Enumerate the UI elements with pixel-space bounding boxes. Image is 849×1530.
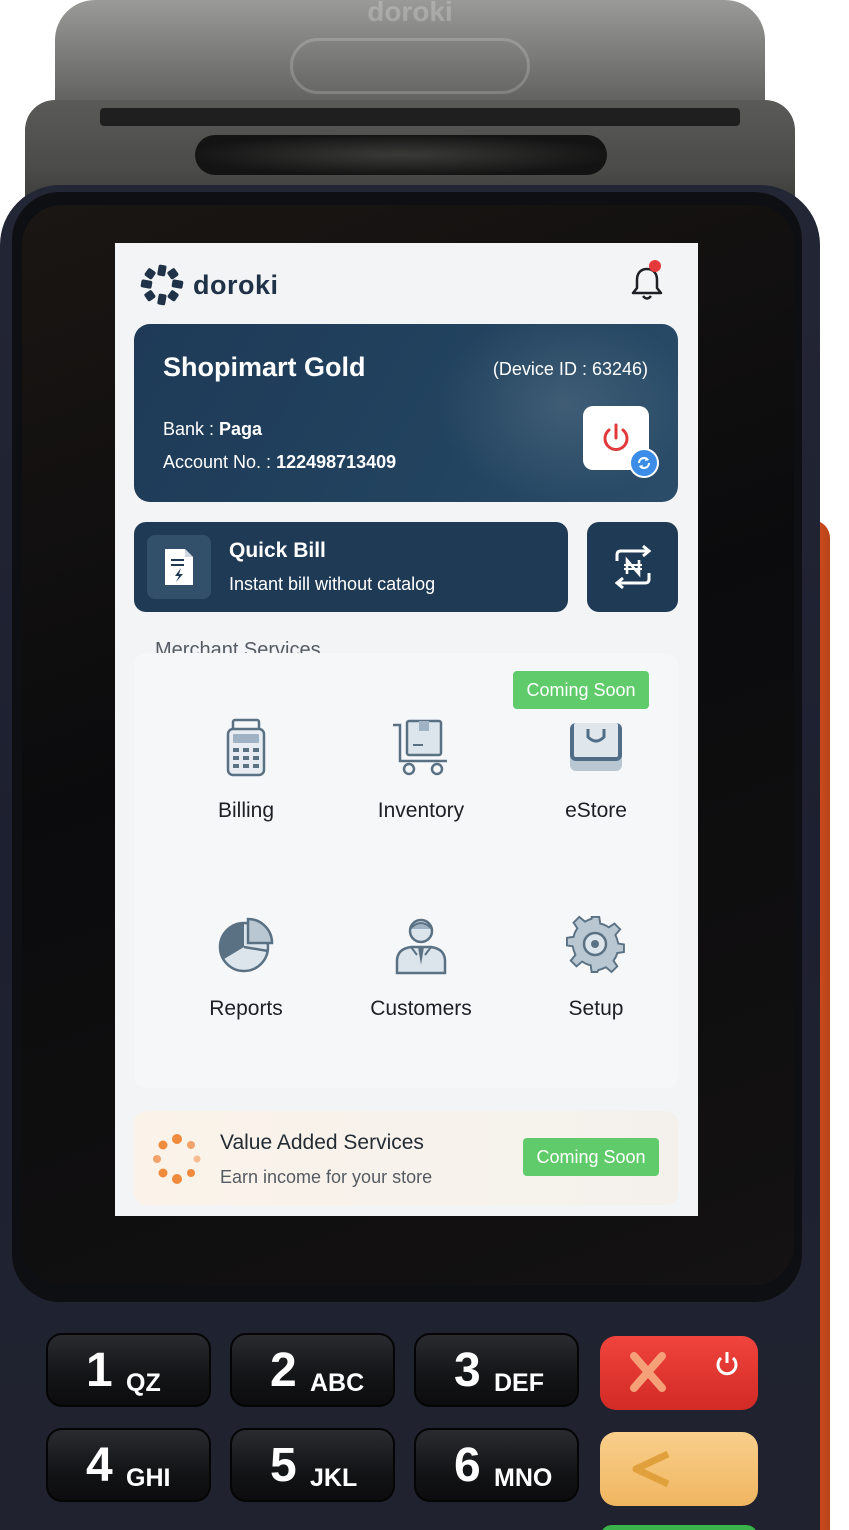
key-letters: ABC xyxy=(310,1369,365,1397)
naira-exchange-icon xyxy=(614,544,651,590)
account-value: 122498713409 xyxy=(276,452,397,472)
account-card: Shopimart Gold (Device ID : 63246) Bank … xyxy=(134,324,678,502)
sync-icon xyxy=(638,457,650,469)
quick-bill-icon-box xyxy=(147,535,211,599)
value-added-services-banner[interactable]: Value Added Services Earn income for you… xyxy=(134,1111,678,1205)
key-5[interactable]: 5 JKL xyxy=(230,1428,395,1502)
key-number: 1 xyxy=(86,1344,113,1397)
backspace-key[interactable] xyxy=(600,1432,758,1506)
key-letters: QZ xyxy=(126,1369,161,1397)
top-bar: doroki xyxy=(115,243,698,323)
gear-icon xyxy=(566,915,625,974)
enter-key[interactable] xyxy=(600,1525,758,1530)
service-label: Setup xyxy=(568,997,624,1020)
app-screen: doroki Shopimart Gold (Device ID : 63246… xyxy=(115,243,698,1216)
sync-badge[interactable] xyxy=(629,448,659,478)
estore-coming-soon-badge: Coming Soon xyxy=(513,671,649,709)
notification-dot xyxy=(649,260,661,272)
key-number: 6 xyxy=(454,1439,481,1492)
service-label: Billing xyxy=(217,799,275,822)
service-tile-setup[interactable]: Setup xyxy=(511,881,681,1059)
service-tile-billing[interactable]: Billing xyxy=(161,683,331,861)
merchant-services-panel: Billing Inventory eStore Coming Soon Rep… xyxy=(134,653,678,1088)
service-tile-inventory[interactable]: Inventory xyxy=(336,683,506,861)
app-logo: doroki xyxy=(139,263,279,307)
key-number: 4 xyxy=(86,1439,113,1492)
device-id: (Device ID : 63246) xyxy=(492,359,648,379)
contactless-icon xyxy=(290,38,530,94)
service-tile-customers[interactable]: Customers xyxy=(336,881,506,1059)
quick-bill-button[interactable]: Quick Bill Instant bill without catalog xyxy=(134,522,568,612)
vas-subtitle: Earn income for your store xyxy=(220,1167,433,1187)
service-label: Customers xyxy=(370,997,472,1020)
bank-line: Bank : Paga xyxy=(163,419,262,440)
key-2[interactable]: 2 ABC xyxy=(230,1333,395,1407)
store-name: Shopimart Gold xyxy=(163,352,366,382)
quick-bill-subtitle: Instant bill without catalog xyxy=(229,574,436,594)
paper-slot xyxy=(100,108,740,126)
account-number-line: Account No. : 122498713409 xyxy=(163,452,396,473)
vas-coming-soon-badge: Coming Soon xyxy=(523,1138,659,1176)
pos-terminal-icon xyxy=(226,718,266,777)
key-letters: JKL xyxy=(310,1464,358,1492)
printer-window xyxy=(195,135,607,175)
person-icon xyxy=(395,918,447,975)
loading-dots-icon xyxy=(153,1134,201,1184)
vas-title: Value Added Services xyxy=(220,1131,424,1154)
service-label: Inventory xyxy=(377,799,465,822)
device-brand-engraving: doroki xyxy=(367,0,453,27)
key-letters: DEF xyxy=(494,1369,544,1397)
account-label: Account No. : xyxy=(163,452,277,472)
power-icon xyxy=(603,423,629,451)
key-number: 2 xyxy=(270,1344,297,1397)
key-4[interactable]: 4 GHI xyxy=(46,1428,211,1502)
key-letters: GHI xyxy=(126,1464,171,1492)
service-label: eStore xyxy=(565,799,627,822)
cancel-key[interactable] xyxy=(600,1336,758,1410)
key-number: 5 xyxy=(270,1439,297,1492)
cancel-x-icon xyxy=(630,1352,738,1392)
service-label: Reports xyxy=(209,997,283,1020)
key-letters: MNO xyxy=(494,1464,553,1492)
key-number: 3 xyxy=(454,1344,481,1397)
quick-bill-title: Quick Bill xyxy=(229,539,326,562)
key-1[interactable]: 1 QZ xyxy=(46,1333,211,1407)
logo-text: doroki xyxy=(193,269,279,300)
pie-chart-icon xyxy=(218,917,274,973)
key-3[interactable]: 3 DEF xyxy=(414,1333,579,1407)
currency-exchange-button[interactable] xyxy=(587,522,678,612)
bill-document-icon xyxy=(165,549,193,585)
store-bag-icon xyxy=(570,723,622,771)
pos-terminal: doroki doroki Shopimart Gold (Device ID … xyxy=(0,0,849,1530)
service-tile-reports[interactable]: Reports xyxy=(161,881,331,1059)
doroki-logo-icon xyxy=(140,264,184,306)
key-6[interactable]: 6 MNO xyxy=(414,1428,579,1502)
backspace-arrow-icon xyxy=(632,1450,670,1488)
bell-icon[interactable] xyxy=(627,263,667,303)
bank-label: Bank : xyxy=(163,419,220,439)
bank-value: Paga xyxy=(219,419,263,439)
service-tile-estore[interactable]: eStore xyxy=(511,683,681,861)
cart-box-icon xyxy=(393,719,447,776)
